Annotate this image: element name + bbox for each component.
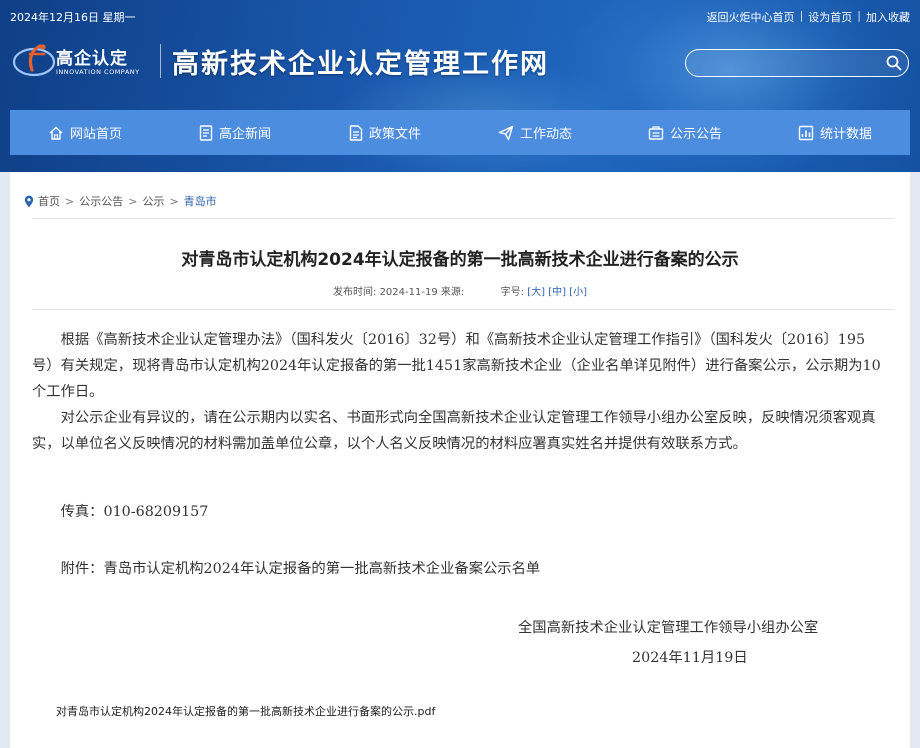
site-title: 高新技术企业认定管理工作网: [172, 49, 549, 80]
nav-item-label: 统计数据: [819, 127, 872, 142]
home-icon: [49, 126, 63, 140]
nav-item-label: 公示公告: [669, 127, 722, 142]
back-to-torch-center-link[interactable]: 返回火炬中心首页: [707, 9, 795, 25]
body-paragraph: 根据《高新技术企业认定管理办法》（国科发火〔2016〕32号）和《高新技术企业认…: [32, 332, 881, 400]
paper-plane-icon: [498, 125, 514, 140]
logo-divider: [160, 44, 161, 78]
top-bar: 2024年12月16日 星期一 返回火炬中心首页 | 设为首页 | 加入收藏: [0, 0, 920, 32]
nav-item-announcements[interactable]: 公示公告: [610, 110, 760, 155]
location-pin-icon: [24, 195, 34, 207]
breadcrumb-current[interactable]: 青岛市: [184, 193, 217, 209]
font-size-medium-button[interactable]: [中]: [548, 287, 566, 298]
font-size-label: 字号:: [500, 287, 524, 298]
top-links: 返回火炬中心首页 | 设为首页 | 加入收藏: [707, 9, 910, 25]
divider: [32, 218, 894, 219]
article-title: 对青岛市认定机构2024年认定报备的第一批高新技术企业进行备案的公示: [181, 250, 739, 270]
chart-icon: [798, 125, 814, 140]
pdf-attachment-link[interactable]: 对青岛市认定机构2024年认定报备的第一批高新技术企业进行备案的公示.pdf: [56, 703, 435, 719]
nav-item-label: 工作动态: [519, 127, 572, 142]
source-label: 来源:: [440, 287, 465, 298]
notice-icon: [648, 125, 664, 140]
breadcrumb-separator: >: [65, 194, 75, 208]
nav-item-work-updates[interactable]: 工作动态: [460, 110, 610, 155]
nav-item-home[interactable]: 网站首页: [10, 110, 160, 155]
font-size-small-button[interactable]: [小]: [569, 287, 587, 298]
nav-item-statistics[interactable]: 统计数据: [760, 110, 910, 155]
search-icon[interactable]: [886, 55, 902, 71]
breadcrumb-public-notice[interactable]: 公示: [142, 193, 164, 209]
breadcrumb: 首页 > 公示公告 > 公示 > 青岛市: [24, 193, 217, 209]
logo-subtitle: INNOVATION COMPANY: [56, 68, 140, 76]
article-meta: 发布时间: 2024-11-19 来源: 字号: [大] [中] [小]: [10, 283, 910, 298]
nav-item-label: 高企新闻: [218, 127, 271, 142]
search-box: [685, 49, 909, 77]
attachment-line: 附件：青岛市认定机构2024年认定报备的第一批高新技术企业备案公示名单: [60, 561, 541, 577]
nav-item-news[interactable]: 高企新闻: [160, 110, 310, 155]
breadcrumb-home[interactable]: 首页: [38, 193, 60, 209]
breadcrumb-separator: >: [169, 194, 179, 208]
content-panel: 首页 > 公示公告 > 公示 > 青岛市 对青岛市认定机构2024年认定报备的第…: [10, 172, 910, 748]
signature-date: 2024年11月19日: [632, 650, 748, 666]
published-label: 发布时间:: [333, 287, 377, 298]
nav-item-policy[interactable]: 政策文件: [310, 110, 460, 155]
header-banner: 2024年12月16日 星期一 返回火炬中心首页 | 设为首页 | 加入收藏 高…: [0, 0, 920, 172]
breadcrumb-announcements[interactable]: 公示公告: [79, 193, 123, 209]
nav-item-label: 政策文件: [368, 127, 421, 142]
fax-line: 传真：010-68209157: [60, 504, 209, 520]
logo-brand-text: 高企认定: [56, 49, 128, 69]
separator: |: [799, 9, 804, 22]
current-date: 2024年12月16日 星期一: [10, 11, 136, 24]
divider: [32, 309, 894, 310]
font-size-large-button[interactable]: [大]: [527, 287, 545, 298]
search-input[interactable]: [698, 54, 878, 72]
file-list-icon: [349, 124, 363, 141]
set-homepage-link[interactable]: 设为首页: [808, 9, 852, 25]
separator: |: [857, 9, 861, 22]
signature-organization: 全国高新技术企业认定管理工作领导小组办公室: [518, 620, 819, 636]
body-paragraph: 对公示企业有异议的，请在公示期内以实名、书面形式向全国高新技术企业认定管理工作领…: [32, 410, 876, 452]
breadcrumb-separator: >: [128, 194, 138, 208]
nav-item-label: 网站首页: [69, 127, 122, 142]
add-favorite-link[interactable]: 加入收藏: [866, 9, 910, 25]
logo-emblem-icon: [12, 44, 56, 77]
published-date: 2024-11-19: [379, 287, 438, 298]
main-nav: 网站首页 高企新闻 政策文件 工作动态 公示公告 统计数据: [10, 110, 910, 155]
article-body: 根据《高新技术企业认定管理办法》（国科发火〔2016〕32号）和《高新技术企业认…: [32, 327, 884, 457]
site-logo[interactable]: 高企认定 INNOVATION COMPANY: [10, 38, 150, 84]
document-icon: [199, 124, 213, 141]
